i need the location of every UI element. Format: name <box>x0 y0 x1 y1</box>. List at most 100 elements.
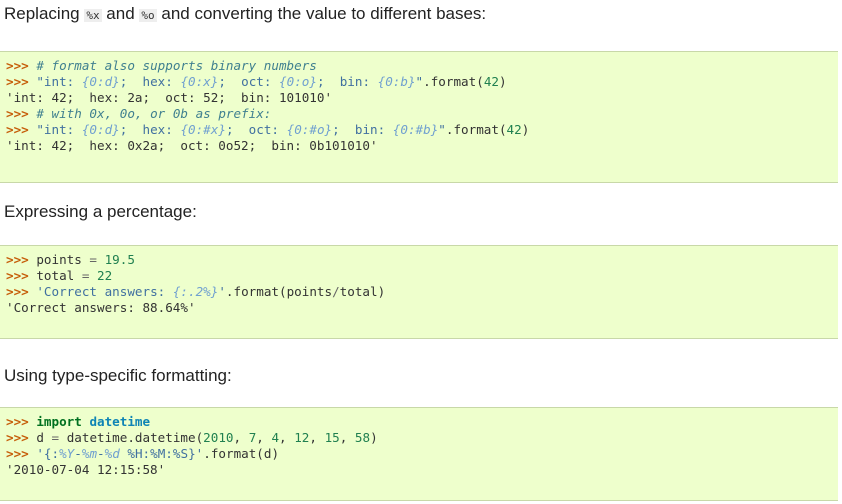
method-args: total) <box>339 284 386 299</box>
operator: = <box>51 430 60 445</box>
paren: ) <box>521 122 530 137</box>
code-output: 'int: 42; hex: 0x2a; oct: 0o52; bin: 0b1… <box>6 138 378 153</box>
format-directive: %d <box>104 446 120 461</box>
format-field: {0:#b} <box>392 122 439 137</box>
keyword: import <box>36 414 82 429</box>
format-directive: %Y <box>59 446 75 461</box>
number-literal: 12 <box>294 430 310 445</box>
comma: , <box>256 430 272 445</box>
code-line: >>> '{:%Y-%m-%d %H:%M:%S}'.format(d) <box>6 446 838 462</box>
string-literal: - <box>97 446 105 461</box>
code-line: >>> points = 19.5 <box>6 252 838 268</box>
string-literal: 'Correct answers: <box>36 284 173 299</box>
inline-code: %x <box>84 9 102 22</box>
prompt: >>> <box>6 122 37 137</box>
code-line: >>> "int: {0:d}; hex: {0:#x}; oct: {0:#o… <box>6 122 838 138</box>
number-literal: 42 <box>483 74 499 89</box>
string-literal: " <box>438 122 446 137</box>
module-name: datetime <box>89 414 151 429</box>
string-literal: ; bin: <box>332 122 393 137</box>
method-call: .format( <box>423 74 484 89</box>
comma: , <box>279 430 295 445</box>
intro-text: Replacing <box>4 4 85 23</box>
code-block-percentage[interactable]: >>> points = 19.5 >>> total = 22 >>> 'Co… <box>0 245 838 339</box>
format-field: {0:o} <box>279 74 317 89</box>
code-line: >>> d = datetime.datetime(2010, 7, 4, 12… <box>6 430 838 446</box>
prompt: >>> <box>6 106 37 121</box>
code-line: >>> # format also supports binary number… <box>6 58 838 74</box>
intro-text: and converting the value to different ba… <box>156 4 487 23</box>
string-literal: ; bin: <box>316 74 378 89</box>
code-block-bases[interactable]: >>> # format also supports binary number… <box>0 51 838 183</box>
string-literal: ; hex: <box>119 122 181 137</box>
number-literal: 58 <box>354 430 371 445</box>
prompt: >>> <box>6 58 37 73</box>
format-field: {0:x} <box>180 74 219 89</box>
prompt: >>> <box>6 414 37 429</box>
inline-code: %o <box>139 9 157 22</box>
code-line: >>> 'Correct answers: {:.2%}'.format(poi… <box>6 284 838 300</box>
string-literal: " <box>415 74 424 89</box>
comma: , <box>309 430 325 445</box>
documentation-page: Replacing %x and %o and converting the v… <box>0 0 842 504</box>
variable-name: total <box>36 268 82 283</box>
intro-paragraph-datetime: Using type-specific formatting: <box>4 366 232 385</box>
string-literal: ; hex: <box>119 74 181 89</box>
code-line: >>> import datetime <box>6 414 838 430</box>
string-literal: ' <box>218 284 226 299</box>
number-literal: 19.5 <box>97 252 135 267</box>
prompt: >>> <box>6 74 37 89</box>
string-literal: "int: <box>36 74 82 89</box>
string-literal: '{: <box>36 446 60 461</box>
format-directive: %m <box>81 446 98 461</box>
intro-paragraph-percentage: Expressing a percentage: <box>4 202 197 221</box>
format-field: {0:#o} <box>286 122 333 137</box>
code-comment: # format also supports binary numbers <box>36 58 317 73</box>
intro-text: and <box>101 4 140 23</box>
format-field: {:.2%} <box>172 284 219 299</box>
number-literal: 42 <box>506 122 522 137</box>
code-comment: # with 0x, 0o, or 0b as prefix: <box>36 106 272 121</box>
string-literal: %M: <box>150 446 173 461</box>
code-line: >>> # with 0x, 0o, or 0b as prefix: <box>6 106 838 122</box>
paren: ) <box>498 74 507 89</box>
code-line: >>> "int: {0:d}; hex: {0:x}; oct: {0:o};… <box>6 74 838 90</box>
number-literal: 2010 <box>203 430 234 445</box>
format-field: {0:#x} <box>180 122 226 137</box>
prompt: >>> <box>6 252 37 267</box>
code-block-datetime[interactable]: >>> import datetime >>> d = datetime.dat… <box>0 407 838 501</box>
code-output: 'Correct answers: 88.64%' <box>6 300 196 315</box>
code-output: '2010-07-04 12:15:58' <box>6 462 166 477</box>
string-literal: ; oct: <box>218 74 280 89</box>
prompt: >>> <box>6 268 37 283</box>
variable-name: d <box>36 430 52 445</box>
number-literal: 4 <box>271 430 280 445</box>
method-call: .format(d) <box>203 446 280 461</box>
string-literal: %S <box>172 446 189 461</box>
method-call: .format(points <box>225 284 333 299</box>
string-literal: %H: <box>127 446 151 461</box>
string-literal: "int: <box>36 122 82 137</box>
operator: / <box>332 284 340 299</box>
paren: ) <box>370 430 378 445</box>
format-field: {0:d} <box>81 122 120 137</box>
operator: = <box>89 252 98 267</box>
code-output: 'int: 42; hex: 2a; oct: 52; bin: 101010' <box>6 90 333 105</box>
string-literal: ; oct: <box>225 122 287 137</box>
method-call: .format( <box>445 122 507 137</box>
prompt: >>> <box>6 284 37 299</box>
method-call: datetime.datetime( <box>59 430 204 445</box>
comma: , <box>233 430 249 445</box>
variable-name: points <box>36 252 90 267</box>
intro-paragraph-bases: Replacing %x and %o and converting the v… <box>4 4 486 26</box>
format-field: {0:d} <box>81 74 120 89</box>
comma: , <box>339 430 355 445</box>
number-literal: 15 <box>324 430 340 445</box>
prompt: >>> <box>6 430 37 445</box>
number-literal: 22 <box>89 268 113 283</box>
format-field: {0:b} <box>377 74 416 89</box>
prompt: >>> <box>6 446 37 461</box>
string-literal: - <box>74 446 82 461</box>
code-line: >>> total = 22 <box>6 268 838 284</box>
string-literal: }' <box>188 446 204 461</box>
